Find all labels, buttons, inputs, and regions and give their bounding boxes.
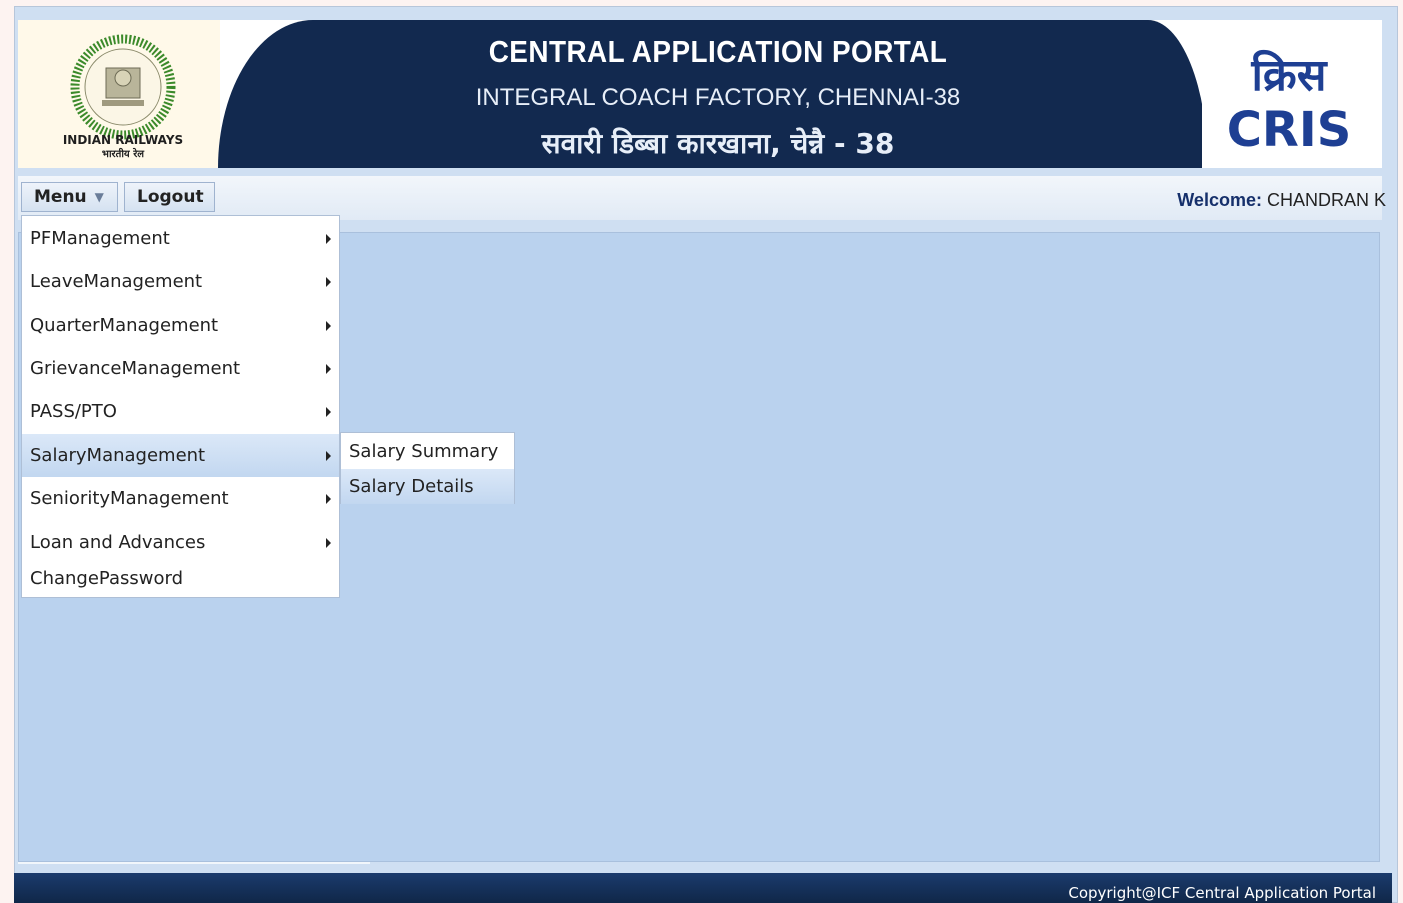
menu-item-pf-management[interactable]: PFManagement [22,217,339,260]
menu-item-label: SalaryManagement [30,445,206,466]
welcome-message: Welcome: CHANDRAN K [1177,190,1386,211]
submenu-item-label: Salary Details [349,476,474,497]
chevron-right-icon [326,364,331,374]
menu-item-quarter-management[interactable]: QuarterManagement [22,304,339,347]
menu-item-label: SeniorityManagement [30,488,229,509]
chevron-right-icon [326,321,331,331]
submenu-item-label: Salary Summary [349,441,499,462]
welcome-user: CHANDRAN K [1266,190,1386,210]
content-divider [18,862,370,864]
portal-title: CENTRAL APPLICATION PORTAL [488,34,948,69]
footer: Copyright@ICF Central Application Portal [14,873,1392,903]
chevron-right-icon [326,494,331,504]
chevron-right-icon [326,234,331,244]
menu-item-label: Loan and Advances [30,532,206,553]
chevron-right-icon [326,407,331,417]
menu-item-salary-management[interactable]: SalaryManagement [22,434,339,477]
menu-item-seniority-management[interactable]: SeniorityManagement [22,477,339,520]
menu-item-change-password[interactable]: ChangePassword [22,560,339,598]
main-menu-dropdown: PFManagement LeaveManagement QuarterMana… [21,215,340,598]
menu-item-label: QuarterManagement [30,315,219,336]
menu-button[interactable]: Menu ▼ [21,182,118,212]
cris-logo-text: CRIS [1227,102,1352,152]
logout-button[interactable]: Logout [124,182,215,212]
chevron-right-icon [326,451,331,461]
menu-button-label: Menu [34,187,87,207]
welcome-label: Welcome: [1177,190,1262,210]
menu-item-label: PFManagement [30,228,170,249]
chevron-right-icon [326,277,331,287]
submenu-item-salary-details[interactable]: Salary Details [341,469,514,504]
menu-item-label: ChangePassword [30,568,183,589]
logout-button-label: Logout [137,187,204,207]
chevron-down-icon: ▼ [94,190,104,204]
menu-item-pass-pto[interactable]: PASS/PTO [22,390,339,433]
cris-logo: क्रिस CRIS [1227,49,1352,152]
chevron-right-icon [326,538,331,548]
submenu-item-salary-summary[interactable]: Salary Summary [341,434,514,469]
portal-subtitle: INTEGRAL COACH FACTORY, CHENNAI-38 [475,84,961,111]
menu-item-label: LeaveManagement [30,271,203,292]
cris-logo-hindi: क्रिस [1251,49,1329,101]
indian-railways-logo: INDIAN RAILWAYS भारतीय रेल [63,34,183,160]
menu-item-grievance-management[interactable]: GrievanceManagement [22,347,339,390]
portal-subtitle-hindi: सवारी डिब्बा कारखाना, चेन्नै - 38 [541,127,895,160]
header-banner: INDIAN RAILWAYS भारतीय रेल CENTRAL APPLI… [18,20,1382,168]
salary-submenu: Salary Summary Salary Details [340,432,515,504]
menu-item-leave-management[interactable]: LeaveManagement [22,260,339,303]
copyright-text: Copyright@ICF Central Application Portal [1068,884,1376,902]
menu-item-loan-and-advances[interactable]: Loan and Advances [22,521,339,564]
menu-bar: Menu ▼ Logout Welcome: CHANDRAN K [18,176,1386,220]
ir-logo-text: INDIAN RAILWAYS [63,133,183,147]
menu-item-label: PASS/PTO [30,401,117,422]
menu-item-label: GrievanceManagement [30,358,241,379]
ir-logo-hindi-text: भारतीय रेल [102,147,145,160]
